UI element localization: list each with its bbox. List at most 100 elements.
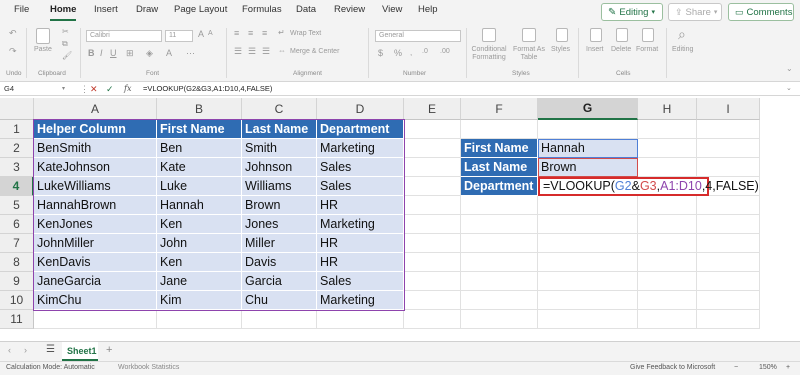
cell[interactable] (404, 120, 461, 139)
table-data-cell[interactable]: Hannah (157, 196, 242, 215)
cell[interactable] (538, 234, 638, 253)
cell[interactable] (697, 158, 760, 177)
decrease-font-icon[interactable]: A (208, 30, 213, 37)
cell[interactable] (697, 253, 760, 272)
cell[interactable] (461, 253, 538, 272)
table-data-cell[interactable]: Sales (317, 158, 404, 177)
cell[interactable] (461, 120, 538, 139)
cell[interactable] (404, 272, 461, 291)
lookup-label-cell[interactable]: Last Name (461, 158, 538, 177)
lookup-label-cell[interactable]: Department (461, 177, 538, 196)
cell[interactable] (461, 291, 538, 310)
italic-icon[interactable]: I (100, 48, 103, 58)
table-data-cell[interactable]: Ken (157, 215, 242, 234)
underline-icon[interactable]: U (110, 48, 117, 58)
table-data-cell[interactable]: JaneGarcia (34, 272, 157, 291)
table-data-cell[interactable]: Kate (157, 158, 242, 177)
tab-page-layout[interactable]: Page Layout (174, 4, 227, 15)
align-left-icon[interactable]: ☰ (234, 46, 242, 57)
cell[interactable] (638, 139, 697, 158)
row-header-6[interactable]: 6 (0, 215, 34, 234)
font-color-icon[interactable]: A (166, 48, 172, 58)
cell[interactable] (697, 272, 760, 291)
cell[interactable] (461, 272, 538, 291)
table-data-cell[interactable]: Marketing (317, 291, 404, 310)
ribbon-collapse-icon[interactable]: ⌄ (786, 64, 793, 73)
borders-icon[interactable]: ⊞ (126, 48, 134, 59)
zoom-level[interactable]: 150% (759, 364, 777, 371)
cell[interactable] (404, 234, 461, 253)
table-data-cell[interactable]: LukeWilliams (34, 177, 157, 196)
percent-icon[interactable]: % (394, 48, 402, 58)
comments-button[interactable]: ▭ Comments (728, 3, 794, 21)
merge-center-icon[interactable]: ⇔ (278, 46, 286, 55)
table-data-cell[interactable]: Davis (242, 253, 317, 272)
cut-icon[interactable]: ✂ (62, 27, 69, 36)
tab-draw[interactable]: Draw (136, 4, 158, 15)
paste-icon[interactable] (36, 28, 50, 44)
cell[interactable] (461, 310, 538, 329)
tab-insert[interactable]: Insert (94, 4, 118, 15)
font-size-select[interactable]: 11 (165, 30, 193, 42)
align-bottom-icon[interactable]: ≡ (262, 28, 267, 38)
cell[interactable] (697, 215, 760, 234)
tab-review[interactable]: Review (334, 4, 365, 15)
table-data-cell[interactable]: Jones (242, 215, 317, 234)
table-data-cell[interactable]: Sales (317, 272, 404, 291)
column-header-a[interactable]: A (34, 98, 157, 120)
cell[interactable] (461, 234, 538, 253)
table-header-cell[interactable]: Helper Column (34, 120, 157, 139)
table-data-cell[interactable]: Williams (242, 177, 317, 196)
merge-center-label[interactable]: Merge & Center (290, 48, 339, 56)
tab-home[interactable]: Home (50, 4, 76, 15)
row-header-1[interactable]: 1 (0, 120, 34, 139)
cell[interactable] (638, 158, 697, 177)
column-header-i[interactable]: I (697, 98, 760, 120)
first-name-input-cell[interactable]: Hannah (538, 139, 638, 158)
row-header-2[interactable]: 2 (0, 139, 34, 158)
cell[interactable] (404, 177, 461, 196)
fill-color-icon[interactable]: ◈ (146, 48, 153, 59)
cell[interactable] (404, 196, 461, 215)
row-header-3[interactable]: 3 (0, 158, 34, 177)
cell[interactable] (317, 310, 404, 329)
expand-formula-bar-icon[interactable]: ⌄ (786, 82, 792, 96)
cell[interactable] (538, 196, 638, 215)
cell[interactable] (404, 253, 461, 272)
cell[interactable] (638, 120, 697, 139)
align-middle-icon[interactable]: ≡ (248, 28, 253, 38)
cell[interactable] (34, 310, 157, 329)
column-header-e[interactable]: E (404, 98, 461, 120)
name-box-dropdown-icon[interactable]: ▾ (62, 82, 65, 96)
cell[interactable] (538, 310, 638, 329)
table-data-cell[interactable]: Brown (242, 196, 317, 215)
redo-icon[interactable]: ↷ (9, 46, 17, 57)
align-center-icon[interactable]: ☰ (248, 46, 256, 57)
cell[interactable] (538, 215, 638, 234)
undo-icon[interactable]: ↶ (9, 28, 17, 39)
table-data-cell[interactable]: KenDavis (34, 253, 157, 272)
cell-styles-label[interactable]: Styles (551, 46, 570, 54)
cell[interactable] (538, 291, 638, 310)
table-data-cell[interactable]: KateJohnson (34, 158, 157, 177)
delete-cells-icon[interactable] (616, 28, 628, 42)
cell[interactable] (638, 196, 697, 215)
conditional-formatting-icon[interactable] (482, 28, 496, 42)
tab-formulas[interactable]: Formulas (242, 4, 282, 15)
table-data-cell[interactable]: John (157, 234, 242, 253)
cell[interactable] (697, 120, 760, 139)
align-top-icon[interactable]: ≡ (234, 28, 239, 38)
cell[interactable] (538, 272, 638, 291)
select-all-corner[interactable] (0, 98, 34, 120)
table-data-cell[interactable]: Miller (242, 234, 317, 253)
row-header-7[interactable]: 7 (0, 234, 34, 253)
cell[interactable] (697, 310, 760, 329)
workbook-statistics[interactable]: Workbook Statistics (118, 364, 179, 371)
table-data-cell[interactable]: Luke (157, 177, 242, 196)
copy-icon[interactable]: ⧉ (62, 39, 68, 49)
row-header-8[interactable]: 8 (0, 253, 34, 272)
cell[interactable] (242, 310, 317, 329)
last-name-input-cell[interactable]: Brown (538, 158, 638, 177)
delete-cells-label[interactable]: Delete (611, 46, 631, 54)
comma-style-icon[interactable]: , (410, 48, 412, 57)
